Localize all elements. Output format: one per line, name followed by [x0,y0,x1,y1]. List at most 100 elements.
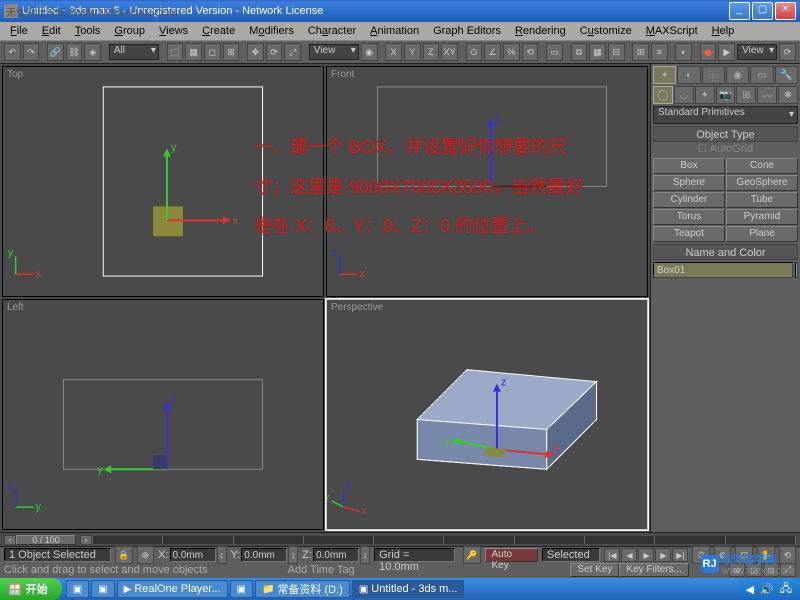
menu-group[interactable]: Group [108,24,151,38]
sphere-button[interactable]: Sphere [653,175,725,191]
key-mode-combo[interactable]: Selected [542,548,601,562]
taskbar-item-4[interactable]: ▣ [230,580,253,598]
nav-6[interactable]: ◲ [746,563,762,577]
link-button[interactable]: 🔗 [47,43,64,61]
material-button[interactable]: ◐ [675,43,692,61]
array-button[interactable]: ▦ [589,43,606,61]
utilities-tab[interactable]: 🔧 [775,66,798,84]
cameras-subtab[interactable]: 📷 [716,86,736,104]
render-type-combo[interactable]: View [737,44,777,60]
plane-button[interactable]: Plane [726,226,798,242]
select-button[interactable]: ⬚ [167,43,184,61]
nav-8[interactable]: ⤢ [780,563,796,577]
redo-button[interactable]: ↷ [23,43,40,61]
move-button[interactable]: ✥ [247,43,264,61]
align-button[interactable]: ⊟ [608,43,625,61]
restrict-y-button[interactable]: Y [404,43,421,61]
pivot-button[interactable]: ◉ [361,43,378,61]
menu-tools[interactable]: Tools [69,24,107,38]
start-button[interactable]: 🪟 开始 [0,578,62,600]
abs-transform-button[interactable]: ⊕ [137,546,155,564]
nav-2[interactable]: ⊡ [735,546,753,564]
taskbar-item-2[interactable]: ▣ [91,580,114,598]
autogrid-checkbox[interactable]: ☐ AutoGrid [653,143,798,157]
box-button[interactable]: Box [653,158,725,174]
object-name-input[interactable] [653,262,793,278]
helpers-subtab[interactable]: ⊞ [736,86,756,104]
torus-button[interactable]: Torus [653,209,725,225]
menu-help[interactable]: Help [706,24,741,38]
time-config-button[interactable]: ⏱ [692,546,710,564]
close-button[interactable]: ✕ [775,2,796,20]
setkey-button[interactable]: Set Key [570,563,619,577]
viewport-left[interactable]: Left y z y z [2,299,324,530]
angle-snap-button[interactable]: ∠ [484,43,501,61]
create-tab[interactable]: ✦ [653,66,676,84]
nav-3[interactable]: ✋ [757,546,775,564]
maximize-button[interactable]: ▢ [752,2,773,20]
restrict-z-button[interactable]: Z [423,43,440,61]
menu-maxscript[interactable]: MAXScript [640,24,704,38]
nav-4[interactable]: ⟲ [779,546,797,564]
next-frame-button[interactable]: ▶ [655,548,671,562]
prev-frame-button[interactable]: ◀ [621,548,637,562]
display-tab[interactable]: ▭ [750,66,773,84]
nav-1[interactable]: ⊕ [714,546,732,564]
schematic-button[interactable]: ⊞ [632,43,649,61]
menu-rendering[interactable]: Rendering [509,24,572,38]
timeline-next[interactable]: › [80,535,92,545]
keyfilters-button[interactable]: Key Filters... [619,563,689,577]
menu-modifiers[interactable]: Modifiers [243,24,300,38]
coord-z-input[interactable] [313,548,359,562]
timeline[interactable]: ‹ 0 / 100 › [0,533,800,547]
spacewarps-subtab[interactable]: 〰 [757,86,777,104]
scale-button[interactable]: ⤢ [284,43,301,61]
unlink-button[interactable]: ⛓ [66,43,83,61]
pyramid-button[interactable]: Pyramid [726,209,798,225]
category-dropdown[interactable]: Standard Primitives [653,106,798,124]
spinner-snap-button[interactable]: ⟲ [522,43,539,61]
viewport-top[interactable]: Top x y x y [2,66,324,297]
viewport-front[interactable]: Front z x z [326,66,648,297]
selection-filter-combo[interactable]: All [109,44,159,60]
quick-render-button[interactable]: ▶ [718,43,735,61]
hierarchy-tab[interactable]: ⿻ [702,66,725,84]
play-button[interactable]: ▶ [638,548,654,562]
system-tray[interactable]: ◀🔊🖧 [738,578,800,600]
motion-tab[interactable]: ◉ [726,66,749,84]
ref-coord-combo[interactable]: View [309,44,359,60]
taskbar-item-1[interactable]: ▣ [66,580,89,598]
time-slider[interactable]: 0 / 100 [16,535,76,545]
shapes-subtab[interactable]: ◡ [674,86,694,104]
coord-x-input[interactable] [170,548,216,562]
systems-subtab[interactable]: ✱ [778,86,798,104]
name-color-rollout[interactable]: Name and Color [653,244,798,260]
menu-create[interactable]: Create [196,24,241,38]
cylinder-button[interactable]: Cylinder [653,192,725,208]
taskbar-item-realone[interactable]: ▶ RealOne Player... [117,580,228,598]
modify-tab[interactable]: ◐ [677,66,700,84]
timeline-track[interactable] [92,536,796,544]
autokey-button[interactable]: Auto Key [485,548,538,562]
minimize-button[interactable]: _ [729,2,750,20]
goto-end-button[interactable]: ▶| [672,548,688,562]
restrict-xy-button[interactable]: XY [441,43,458,61]
menu-file[interactable]: File [4,24,34,38]
window-crossing-button[interactable]: ⊞ [223,43,240,61]
teapot-button[interactable]: Teapot [653,226,725,242]
viewport-perspective[interactable]: Perspective x y z x y z [326,299,648,530]
render-last-button[interactable]: ⟳ [779,43,796,61]
geometry-subtab[interactable]: ◯ [653,86,673,104]
nav-5[interactable]: ⊞ [729,563,745,577]
menu-customize[interactable]: Customize [574,24,638,38]
snap-button[interactable]: ⊙ [466,43,483,61]
restrict-x-button[interactable]: X [385,43,402,61]
named-sel-button[interactable]: ▭ [546,43,563,61]
cone-button[interactable]: Cone [726,158,798,174]
addtimetag[interactable]: Add Time Tag [288,564,355,576]
mirror-button[interactable]: ⧉ [571,43,588,61]
select-region-button[interactable]: ◻ [204,43,221,61]
lights-subtab[interactable]: ✦ [695,86,715,104]
menu-edit[interactable]: Edit [36,24,67,38]
geosphere-button[interactable]: GeoSphere [726,175,798,191]
